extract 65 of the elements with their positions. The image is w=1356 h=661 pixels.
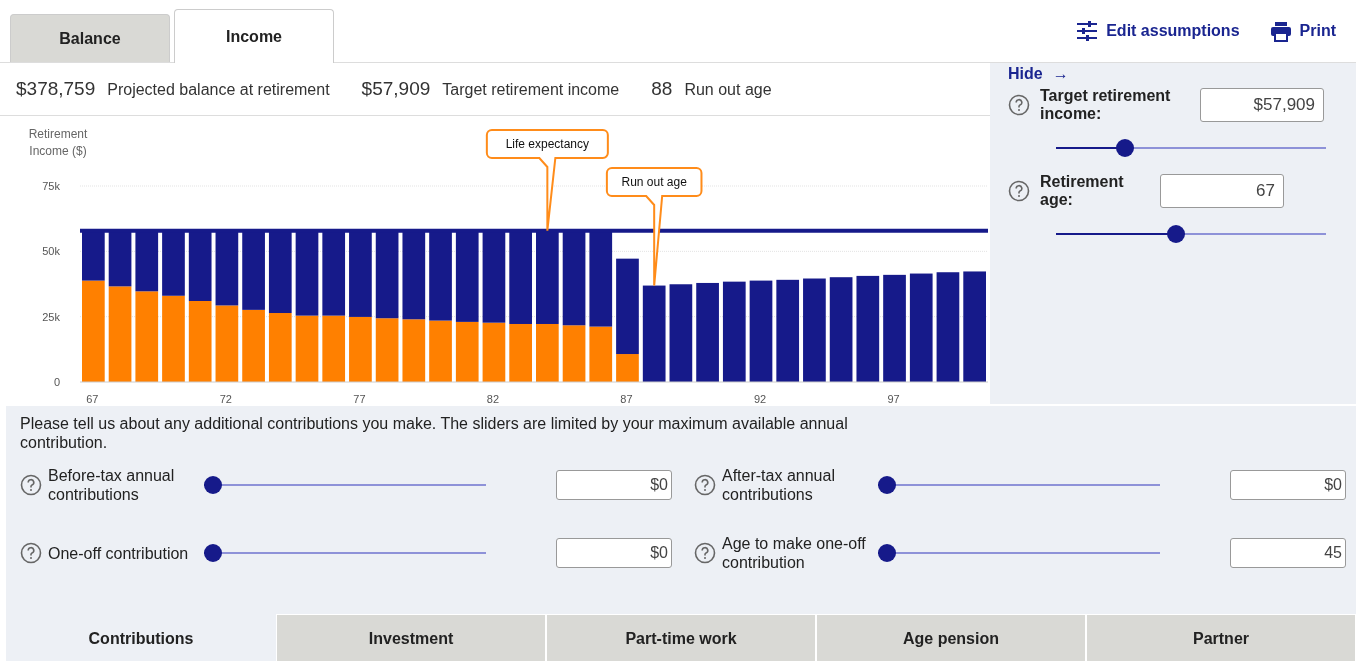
axis-tick-label: 82 — [486, 393, 500, 405]
field-label: Before-tax annual contributions — [48, 466, 176, 504]
axis-tick-label: 87 — [620, 393, 633, 405]
help-icon[interactable] — [20, 474, 42, 496]
field-label: Target retirement income: — [1040, 87, 1172, 123]
help-icon[interactable] — [694, 542, 716, 564]
axis-title: Retirement Income ($) — [28, 127, 88, 158]
axis-tick-label: 72 — [219, 393, 232, 405]
axis-tick-label: 50k — [42, 245, 60, 258]
tab[interactable]: Contributions — [6, 614, 276, 661]
slider[interactable] — [204, 476, 486, 494]
stat-value: $378,759 — [16, 78, 96, 100]
settings-icon — [1076, 20, 1099, 42]
field-label: Age to make one-off contribution — [722, 534, 867, 572]
tab[interactable]: Partner — [1086, 614, 1356, 661]
print-icon — [1269, 20, 1292, 42]
edit-assumptions-button[interactable]: Edit assumptions — [1076, 20, 1240, 42]
input-field[interactable]: 45 — [1230, 538, 1346, 568]
hide-link[interactable]: Hide — [1008, 65, 1043, 83]
slider-thumb[interactable] — [1116, 139, 1135, 157]
slider-thumb[interactable] — [204, 476, 222, 494]
axis-tick-label: 75k — [42, 180, 60, 192]
help-icon[interactable] — [694, 474, 716, 496]
slider[interactable] — [1056, 139, 1326, 157]
axis-tick-label: 25k — [42, 310, 60, 323]
field-label: One-off contribution — [48, 543, 190, 563]
stat-label: Target retirement income — [442, 81, 620, 99]
axis-tick-label: 92 — [753, 393, 767, 405]
callout-label: Run out age — [605, 167, 703, 287]
help-icon[interactable] — [1008, 180, 1030, 202]
slider[interactable] — [878, 544, 1160, 562]
stat-label: Run out age — [684, 81, 772, 99]
arrow-icon: → — [1052, 65, 1069, 83]
slider-thumb[interactable] — [1166, 225, 1185, 243]
field-label: After-tax annual contributions — [722, 466, 836, 504]
tab[interactable]: Part-time work — [546, 614, 816, 661]
axis-tick-label: 77 — [353, 393, 366, 405]
input-field[interactable]: $0 — [1230, 470, 1346, 500]
tab[interactable]: Balance — [10, 14, 170, 62]
help-icon[interactable] — [1008, 94, 1030, 116]
input-field[interactable]: $0 — [556, 470, 672, 500]
input-field[interactable]: $57,909 — [1200, 88, 1324, 122]
input-field[interactable]: $0 — [556, 538, 672, 568]
intro-text: Please tell us about any additional contributions you make. The sliders are limited by your maximum available annual contribution. — [20, 414, 849, 452]
slider[interactable] — [1056, 225, 1326, 243]
slider-thumb[interactable] — [204, 544, 222, 562]
slider[interactable] — [878, 476, 1160, 494]
tab[interactable]: Age pension — [816, 614, 1086, 661]
stat-value: 88 — [651, 78, 673, 100]
axis-tick-label: 67 — [86, 393, 99, 405]
tab[interactable]: Income — [174, 9, 334, 63]
axis-tick-label: 97 — [887, 393, 900, 405]
tab[interactable]: Investment — [276, 614, 546, 661]
axis-tick-label: 0 — [53, 376, 60, 388]
input-field[interactable]: 67 — [1160, 174, 1284, 208]
stat-label: Projected balance at retirement — [107, 81, 330, 99]
callout-label: Life expectancy — [485, 129, 609, 232]
slider-thumb[interactable] — [878, 544, 896, 562]
print-button[interactable]: Print — [1269, 20, 1336, 42]
slider-thumb[interactable] — [878, 476, 896, 494]
slider[interactable] — [204, 544, 486, 562]
stat-value: $57,909 — [361, 78, 431, 100]
help-icon[interactable] — [20, 542, 42, 564]
annotation: Run out age — [621, 175, 688, 189]
field-label: Retirement age: — [1040, 173, 1125, 209]
